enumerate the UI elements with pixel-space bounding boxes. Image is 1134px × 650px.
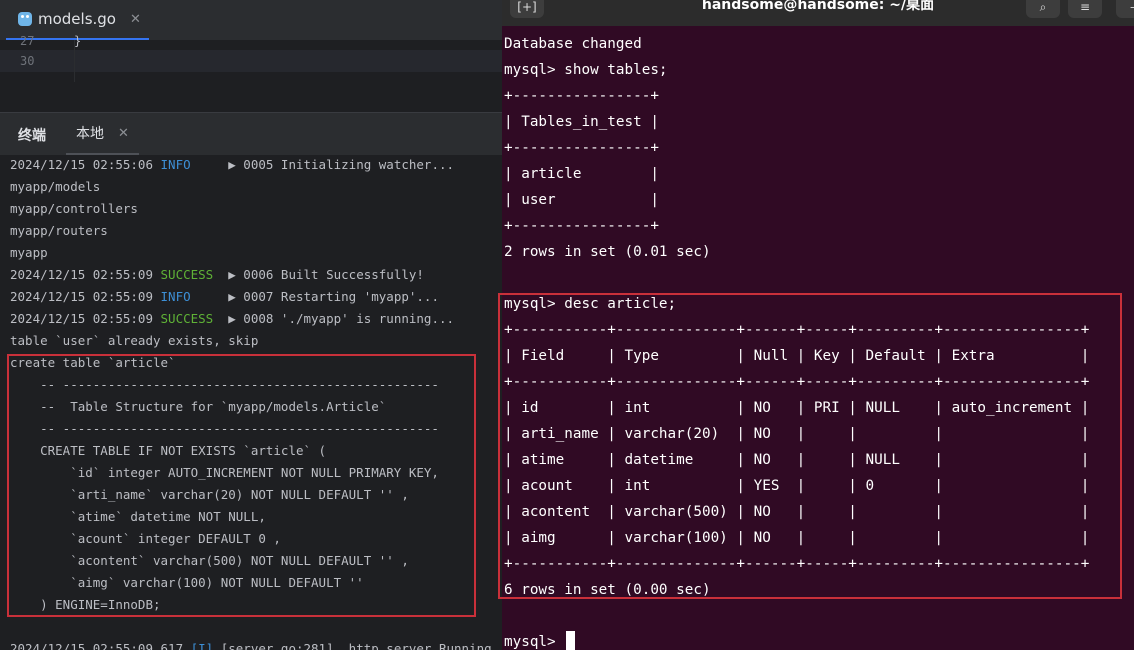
terminal-panel-header: 终端 本地 ✕ <box>0 112 502 155</box>
mysql-output-line: +----------------+ <box>504 213 1134 239</box>
hamburger-menu-icon[interactable]: ≡ <box>1068 0 1102 18</box>
log-level: SUCCESS <box>160 311 214 326</box>
terminal-line: 2024/12/15 02:55:09 INFO ▶ 0007 Restarti… <box>10 286 500 308</box>
minimize-icon[interactable]: – <box>1116 0 1134 18</box>
code-text: } <box>74 34 82 48</box>
search-icon[interactable]: ⌕ <box>1026 0 1060 18</box>
line-number: 27 <box>20 34 35 48</box>
mysql-line-text: | user | <box>504 192 659 208</box>
log-message: ▶ 0008 './myapp' is running... <box>213 311 455 326</box>
mysql-output-line: 2 rows in set (0.01 sec) <box>504 239 1134 265</box>
line-gutter: 27 30 <box>0 34 75 82</box>
terminal-line: 2024/12/15 02:55:09 SUCCESS ▶ 0006 Built… <box>10 264 500 286</box>
mysql-line-text: | article | <box>504 166 659 182</box>
terminal-line: myapp <box>10 242 500 264</box>
log-message: ▶ 0005 Initializing watcher... <box>190 157 455 172</box>
log-level: INFO <box>160 289 191 304</box>
mysql-output-line: | article | <box>504 161 1134 187</box>
terminal-line: table `user` already exists, skip <box>10 330 500 352</box>
mysql-line-text: Database changed <box>504 36 642 52</box>
tab-local-terminal[interactable]: 本地 ✕ <box>66 113 139 155</box>
terminal-line-text: myapp/controllers <box>10 201 138 216</box>
terminal-line: 2024/12/15 02:55:09.617 [I] [server.go:2… <box>10 638 500 650</box>
ide-window: models.go ✕ 27 30 } 终端 本地 ✕ 2024/12/15 0… <box>0 0 502 650</box>
mysql-line-text: +----------------+ <box>504 140 659 156</box>
highlight-box-desc-article <box>498 293 1122 599</box>
mysql-line-text: mysql> <box>504 634 565 650</box>
mysql-output-line <box>504 265 1134 291</box>
current-line-highlight <box>0 50 502 72</box>
terminal-line: myapp/models <box>10 176 500 198</box>
terminal-line-text: myapp/routers <box>10 223 108 238</box>
mysql-output-line: | user | <box>504 187 1134 213</box>
mysql-output-line: | Tables_in_test | <box>504 109 1134 135</box>
close-terminal-tab-icon[interactable]: ✕ <box>118 126 129 141</box>
terminal-titlebar: [+] handsome@handsome: ~/桌面 ⌕ ≡ – <box>502 0 1134 26</box>
mysql-output-line: +----------------+ <box>504 135 1134 161</box>
mysql-line-text: mysql> show tables; <box>504 62 668 78</box>
file-tab-label: models.go <box>38 10 116 28</box>
terminal-cursor <box>566 631 576 650</box>
mysql-output-line: Database changed <box>504 31 1134 57</box>
log-level: INFO <box>160 157 191 172</box>
terminal-panel-title: 终端 <box>18 128 46 144</box>
terminal-line: myapp/routers <box>10 220 500 242</box>
mysql-line-text: +----------------+ <box>504 88 659 104</box>
highlight-box-create-table <box>7 354 476 617</box>
terminal-line-text: myapp <box>10 245 48 260</box>
local-tab-label: 本地 <box>76 126 104 142</box>
terminal-line-text: 2024/12/15 02:55:06 <box>10 157 161 172</box>
terminal-line-text: 2024/12/15 02:55:09 <box>10 267 161 282</box>
mysql-output-line: mysql> show tables; <box>504 57 1134 83</box>
line-number: 30 <box>20 54 35 68</box>
terminal-line: 2024/12/15 02:55:09 SUCCESS ▶ 0008 './my… <box>10 308 500 330</box>
close-tab-icon[interactable]: ✕ <box>130 12 141 27</box>
mysql-line-text: +----------------+ <box>504 218 659 234</box>
terminal-line-text: table `user` already exists, skip <box>10 333 259 348</box>
log-message: ▶ 0007 Restarting 'myapp'... <box>190 289 439 304</box>
terminal-line-text: 2024/12/15 02:55:09 <box>10 311 161 326</box>
go-file-icon <box>18 12 32 26</box>
mysql-line-text: | Tables_in_test | <box>504 114 659 130</box>
mysql-output-line: mysql> <box>504 629 1134 650</box>
log-message: [server.go:281] http server Running on <box>213 641 500 650</box>
terminal-line-text: 2024/12/15 02:55:09.617 <box>10 641 191 650</box>
mysql-output-line: +----------------+ <box>504 83 1134 109</box>
mysql-output-line <box>504 603 1134 629</box>
terminal-line-text: myapp/models <box>10 179 101 194</box>
code-editor[interactable]: 27 30 } <box>0 34 502 82</box>
log-level: [I] <box>190 641 214 650</box>
log-level: SUCCESS <box>160 267 214 282</box>
terminal-line-text: 2024/12/15 02:55:09 <box>10 289 161 304</box>
terminal-line: 2024/12/15 02:55:06 INFO ▶ 0005 Initiali… <box>10 154 500 176</box>
terminal-line: myapp/controllers <box>10 198 500 220</box>
mysql-line-text: 2 rows in set (0.01 sec) <box>504 244 711 260</box>
log-message: ▶ 0006 Built Successfully! <box>213 267 424 282</box>
